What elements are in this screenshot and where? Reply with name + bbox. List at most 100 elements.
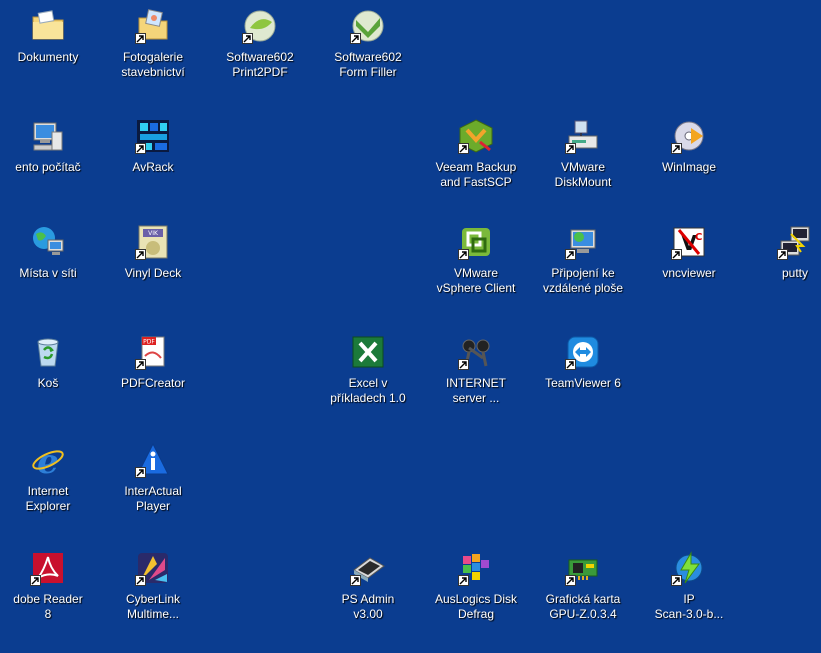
desktop: Dokumenty Fotogalerie stavebnictví Softw…	[0, 0, 821, 653]
shortcut-arrow-icon	[242, 33, 253, 44]
desktop-icon-label: Software602 Print2PDF	[226, 50, 294, 79]
putty-icon	[777, 224, 813, 260]
desktop-icon-label: dobe Reader 8	[13, 592, 83, 621]
photo-folder-icon	[135, 8, 171, 44]
desktop-icon-label: Vinyl Deck	[124, 266, 182, 280]
desktop-icon-putty[interactable]: putty	[740, 220, 821, 320]
svg-text:VIK: VIK	[148, 230, 159, 237]
folder-icon	[30, 8, 66, 44]
desktop-icon-auslogics[interactable]: AusLogics Disk Defrag	[421, 546, 531, 646]
desktop-icon-tento-pocitac[interactable]: ento počítač	[0, 114, 103, 214]
shortcut-arrow-icon	[135, 467, 146, 478]
desktop-icon-label: IP Scan-3.0-b...	[654, 592, 724, 621]
desktop-icon-veeam[interactable]: Veeam Backup and FastSCP	[421, 114, 531, 214]
cyberlink-icon	[135, 550, 171, 586]
desktop-icon-teamviewer[interactable]: TeamViewer 6	[528, 330, 638, 430]
desktop-icon-label: INTERNET server ...	[446, 376, 506, 405]
gpu-z-icon	[565, 550, 601, 586]
desktop-icon-vsphere-client[interactable]: VMware vSphere Client	[421, 220, 531, 320]
veeam-icon	[458, 118, 494, 154]
internet-server-icon	[458, 334, 494, 370]
shortcut-arrow-icon	[135, 359, 146, 370]
desktop-icon-internet-server[interactable]: INTERNET server ...	[421, 330, 531, 430]
desktop-icon-ps-admin[interactable]: PS Admin v3.00	[313, 546, 423, 646]
desktop-icon-fotogalerie[interactable]: Fotogalerie stavebnictví	[98, 4, 208, 104]
shortcut-arrow-icon	[671, 575, 682, 586]
desktop-icon-software602-print2pdf[interactable]: Software602 Print2PDF	[205, 4, 315, 104]
desktop-icon-internet-explorer[interactable]: e Internet Explorer	[0, 438, 103, 538]
desktop-icon-excel[interactable]: Excel v příkladech 1.0	[313, 330, 423, 430]
desktop-icon-label: Software602 Form Filler	[334, 50, 402, 79]
desktop-icon-label: PDFCreator	[120, 376, 185, 390]
desktop-icon-winimage[interactable]: WinImage	[634, 114, 744, 214]
desktop-icon-vinyl-deck[interactable]: VIK Vinyl Deck	[98, 220, 208, 320]
desktop-icon-software602-formfiller[interactable]: Software602 Form Filler	[313, 4, 423, 104]
desktop-icon-avrack[interactable]: AvRack	[98, 114, 208, 214]
auslogics-defrag-icon	[458, 550, 494, 586]
avrack-icon	[135, 118, 171, 154]
svg-text:e: e	[37, 442, 59, 478]
ip-scan-icon	[671, 550, 707, 586]
desktop-icon-gpu-z[interactable]: Grafická karta GPU-Z.0.3.4	[528, 546, 638, 646]
desktop-icon-mista-v-siti[interactable]: Místa v síti	[0, 220, 103, 320]
desktop-icon-label: AusLogics Disk Defrag	[434, 592, 518, 621]
desktop-icon-label: ento počítač	[15, 160, 81, 174]
desktop-icon-label: PS Admin v3.00	[341, 592, 395, 621]
desktop-icon-label: Grafická karta GPU-Z.0.3.4	[545, 592, 621, 621]
desktop-icon-dokumenty[interactable]: Dokumenty	[0, 4, 103, 104]
desktop-icon-label: Koš	[37, 376, 59, 390]
desktop-icon-vmware-diskmount[interactable]: VMware DiskMount	[528, 114, 638, 214]
vsphere-client-icon	[458, 224, 494, 260]
winimage-icon	[671, 118, 707, 154]
desktop-icon-adobe-reader[interactable]: dobe Reader 8	[0, 546, 103, 646]
shortcut-arrow-icon	[458, 575, 469, 586]
desktop-icon-kos[interactable]: Koš	[0, 330, 103, 430]
shortcut-arrow-icon	[565, 359, 576, 370]
teamviewer-icon	[565, 334, 601, 370]
shortcut-arrow-icon	[135, 143, 146, 154]
desktop-icon-cyberlink[interactable]: CyberLink Multime...	[98, 546, 208, 646]
svg-text:PDF: PDF	[143, 339, 155, 346]
desktop-icon-label: CyberLink Multime...	[125, 592, 181, 621]
shortcut-arrow-icon	[671, 143, 682, 154]
desktop-icon-label: Místa v síti	[19, 266, 77, 280]
desktop-icon-label: Připojení ke vzdálené ploše	[542, 266, 624, 295]
desktop-icon-label: AvRack	[132, 160, 174, 174]
recycle-bin-icon	[30, 334, 66, 370]
shortcut-arrow-icon	[671, 249, 682, 260]
desktop-icon-label: Fotogalerie stavebnictví	[121, 50, 185, 79]
desktop-icon-label: vncviewer	[662, 266, 716, 280]
shortcut-arrow-icon	[458, 143, 469, 154]
shortcut-arrow-icon	[458, 249, 469, 260]
desktop-icon-label: VMware DiskMount	[554, 160, 612, 189]
software602-print-icon	[242, 8, 278, 44]
desktop-icon-vncviewer[interactable]: VC vncviewer	[634, 220, 744, 320]
adobe-reader-icon	[30, 550, 66, 586]
desktop-icon-label: TeamViewer 6	[545, 376, 621, 390]
shortcut-arrow-icon	[565, 575, 576, 586]
shortcut-arrow-icon	[135, 33, 146, 44]
desktop-icon-label: VMware vSphere Client	[436, 266, 516, 295]
desktop-icon-remote-desktop[interactable]: Připojení ke vzdálené ploše	[528, 220, 638, 320]
software602-form-icon	[350, 8, 386, 44]
remote-desktop-icon	[565, 224, 601, 260]
desktop-icon-label: Excel v příkladech 1.0	[330, 376, 406, 405]
shortcut-arrow-icon	[135, 249, 146, 260]
vncviewer-icon: VC	[671, 224, 707, 260]
shortcut-arrow-icon	[458, 359, 469, 370]
desktop-icon-ip-scan[interactable]: IP Scan-3.0-b...	[634, 546, 744, 646]
desktop-icon-pdfcreator[interactable]: PDF PDFCreator	[98, 330, 208, 430]
desktop-icon-label: InterActual Player	[124, 484, 182, 513]
desktop-icon-label: Veeam Backup and FastSCP	[435, 160, 517, 189]
interactual-player-icon	[135, 442, 171, 478]
network-places-icon	[30, 224, 66, 260]
shortcut-arrow-icon	[350, 33, 361, 44]
svg-text:C: C	[695, 232, 702, 243]
shortcut-arrow-icon	[30, 575, 41, 586]
desktop-icon-label: WinImage	[661, 160, 717, 174]
vinyl-deck-icon: VIK	[135, 224, 171, 260]
desktop-icon-label: Dokumenty	[17, 50, 79, 64]
desktop-icon-interactual[interactable]: InterActual Player	[98, 438, 208, 538]
desktop-icon-label: putty	[781, 266, 808, 280]
shortcut-arrow-icon	[350, 575, 361, 586]
